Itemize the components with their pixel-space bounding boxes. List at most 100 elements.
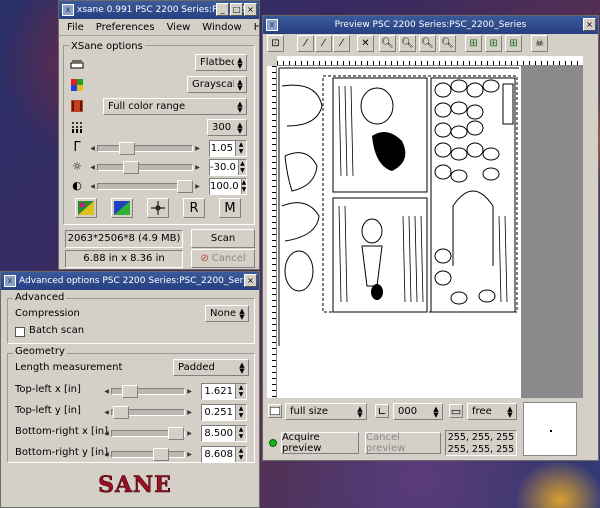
brightness-spin[interactable]: -30.0 ▲ ▼ [209,159,247,176]
cancel-icon: ⊘ [200,253,209,264]
brightness-slider[interactable]: ◀ ▶ [89,161,201,174]
auto-enhance-button[interactable] [75,198,97,218]
geometry-row-slider[interactable]: ◀ ▶ [103,448,193,461]
store-button[interactable]: M [219,198,241,218]
geometry-row-slider[interactable]: ◀ ▶ [103,385,193,398]
contrast-spin[interactable]: 100.0 ▲ ▼ [209,178,247,195]
cancel-button[interactable]: ⊘ Cancel [191,249,255,268]
advanced-titlebar[interactable]: x Advanced options PSC 2200 Series:PSC_2… [1,272,259,290]
resolution-icon [69,120,85,134]
zoom-select[interactable]: full size ▲ ▼ [285,403,367,420]
maximize-icon[interactable]: □ [230,3,243,16]
ratio-icon: ▭ [449,404,463,418]
preview-window: x Preview PSC 2200 Series:PSC_2200_Serie… [262,15,599,461]
scan-mode-select[interactable]: Grayscale▲▼ [187,76,247,93]
autoraise-icon[interactable]: ⊞ [505,35,522,52]
zoom-full-icon[interactable]: 🔍︎ [419,35,436,52]
full-area-icon[interactable]: ⊞ [485,35,502,52]
preview-canvas[interactable] [277,66,583,398]
scanner-icon [69,57,85,71]
zoom-in-icon[interactable]: 🔍︎ [379,35,396,52]
minimize-icon[interactable]: _ [216,3,229,16]
menu-view[interactable]: View [161,22,197,33]
geometry-row-slider-thumb[interactable] [113,406,129,419]
pipette-gray-icon[interactable]: ⁄ [315,35,332,52]
menu-preferences[interactable]: Preferences [90,22,161,33]
geometry-row-slider[interactable]: ◀ ▶ [103,427,193,440]
advanced-title: Advanced options PSC 2200 Series:PSC_220… [19,276,257,286]
geometry-row-slider-thumb[interactable] [122,385,138,398]
xsane-main-window: x xsane 0.991 PSC 2200 Series:PSC_22 _ □… [58,0,260,270]
menu-help[interactable]: Help [248,22,259,33]
cancel-preview-button[interactable]: Cancel preview [365,432,441,454]
menu-file[interactable]: File [61,22,90,33]
size-info-field: 6.88 in x 8.36 in [65,250,183,268]
autoselect-icon[interactable]: 🔍︎ [439,35,456,52]
menu-window[interactable]: Window [196,22,247,33]
sane-logo: SANE [97,470,173,498]
length-measurement-select[interactable]: Padded ▲ ▼ [173,359,249,376]
histogram-box [523,402,577,456]
geometry-row-slider-thumb[interactable] [153,448,169,461]
pipette-black-icon[interactable]: ⁄ [333,35,350,52]
default-enhance-button[interactable] [111,198,133,218]
gamma-icon: Γ [73,139,81,155]
range-select[interactable]: Full color range ▲ ▼ [103,98,247,115]
gamma-slider[interactable]: ◀ ▶ [89,142,201,155]
brightness-slider-thumb[interactable] [123,161,139,174]
geometry-row-spin[interactable]: 8.500 ▲ ▼ [201,425,247,442]
brightness-icon: ☼ [72,159,82,173]
app-icon: x [266,19,278,31]
rotation-select[interactable]: 000 ▲ ▼ [393,403,443,420]
source-select[interactable]: Flatbed ▲ ▼ [195,54,247,71]
ratio-select[interactable]: free ▲ ▼ [467,403,517,420]
close-icon[interactable]: × [244,3,257,16]
restore-button[interactable]: R [183,198,205,218]
zoom-out-icon[interactable]: 🔍︎ [399,35,416,52]
acquire-preview-button[interactable]: Acquire preview [281,432,359,454]
scan-button[interactable]: Scan [191,229,255,248]
crop-mode-icon[interactable]: ⊡ [267,35,284,52]
gamma-spin[interactable]: 1.05 ▲ ▼ [209,140,247,157]
select-all-icon[interactable]: ⊞ [465,35,482,52]
geometry-row-label: Bottom-right x [in] [15,426,108,437]
zoom-icon [268,404,282,418]
geometry-row-slider-thumb[interactable] [168,427,184,440]
film-icon [69,99,85,113]
compression-label: Compression [15,308,80,319]
svg-text:SANE: SANE [98,472,172,498]
geometry-row-spin[interactable]: 0.251 ▲ ▼ [201,404,247,421]
pipette-button[interactable] [147,198,169,218]
geometry-row-label: Top-left y [in] [15,405,81,416]
zoom-undo-icon[interactable]: ✕ [357,35,374,52]
pixel-value-1: 255, 255, 255 [447,432,515,443]
preview-title: Preview PSC 2200 Series:PSC_2200_Series [334,20,527,30]
resolution-select[interactable]: 300 ▲ ▼ [207,119,247,136]
preview-titlebar[interactable]: x Preview PSC 2200 Series:PSC_2200_Serie… [263,16,598,34]
geometry-row-slider[interactable]: ◀ ▶ [103,406,193,419]
app-icon: x [4,275,16,287]
pixel-value-2: 255, 255, 255 [447,444,515,455]
batch-scan-checkbox[interactable] [15,327,25,337]
vertical-ruler [267,66,277,398]
rotation-icon: ∟ [375,404,389,418]
contrast-slider[interactable]: ◀ ▶ [89,180,201,193]
xsane-titlebar[interactable]: x xsane 0.991 PSC 2200 Series:PSC_22 _ □… [59,1,259,19]
geometry-row-spin[interactable]: 8.608 ▲ ▼ [201,446,247,463]
delete-images-icon[interactable]: ☠ [531,35,548,52]
compression-select[interactable]: None ▲ ▼ [205,305,249,322]
gamma-slider-thumb[interactable] [119,142,135,155]
length-measurement-label: Length measurement [15,362,123,373]
geometry-row-spin[interactable]: 1.621 ▲ ▼ [201,383,247,400]
contrast-icon: ◐ [72,178,82,192]
contrast-slider-thumb[interactable] [177,180,193,193]
xsane-options-label: XSane options [69,41,145,52]
advanced-section-label: Advanced [13,292,67,303]
geometry-row-label: Top-left x [in] [15,384,81,395]
image-info-field: 2063*2506*8 (4.9 MB) [65,230,183,248]
close-icon[interactable]: × [244,274,257,287]
close-icon[interactable]: × [583,18,596,31]
pipette-white-icon[interactable]: ⁄ [297,35,314,52]
batch-scan-label: Batch scan [29,325,85,336]
app-icon: x [62,4,74,16]
